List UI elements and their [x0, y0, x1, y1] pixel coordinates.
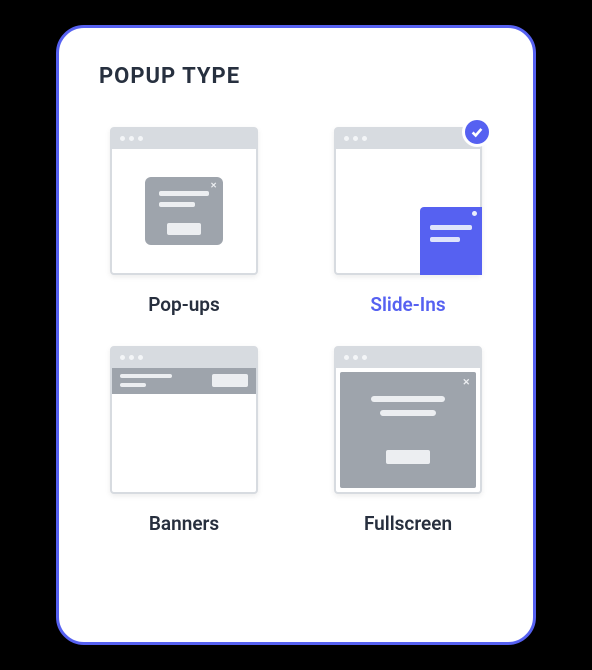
popups-preview-icon: ✕ [110, 127, 258, 275]
window-titlebar-icon [112, 348, 256, 368]
fullscreen-preview-icon: ✕ [334, 346, 482, 494]
slideins-preview-icon [334, 127, 482, 275]
selected-check-icon [462, 117, 492, 147]
panel-title: POPUP TYPE [99, 64, 493, 89]
options-grid: ✕ Pop-ups [99, 127, 493, 535]
window-titlebar-icon [336, 129, 480, 149]
popup-type-panel: POPUP TYPE ✕ Pop-ups [56, 25, 536, 645]
option-label: Slide-Ins [370, 293, 445, 316]
banners-preview-icon [110, 346, 258, 494]
window-titlebar-icon [336, 348, 480, 368]
option-label: Pop-ups [148, 293, 220, 316]
option-label: Fullscreen [364, 512, 452, 535]
option-popups[interactable]: ✕ Pop-ups [110, 127, 258, 316]
option-slideins[interactable]: Slide-Ins [334, 127, 482, 316]
option-fullscreen[interactable]: ✕ Fullscreen [334, 346, 482, 535]
option-label: Banners [149, 512, 219, 535]
window-titlebar-icon [112, 129, 256, 149]
option-banners[interactable]: Banners [110, 346, 258, 535]
